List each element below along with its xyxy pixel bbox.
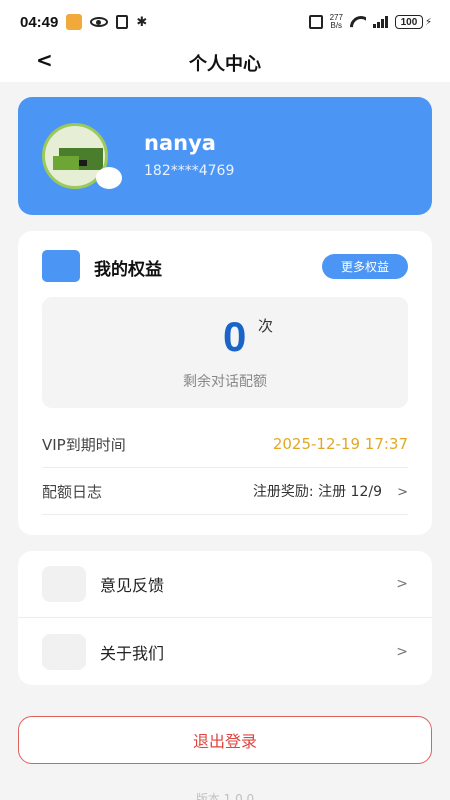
quota-log-label: 配额日志	[42, 482, 103, 501]
avatar-pixel-art-detail	[53, 156, 79, 170]
menu-item-about-label: 关于我们	[100, 643, 165, 663]
profile-name: nanya	[144, 131, 216, 155]
quota-log-right: 注册奖励: 注册 12/9 >	[253, 481, 408, 501]
quota-log-value: 注册奖励: 注册 12/9	[252, 484, 382, 500]
vip-expiry-label: VIP到期时间	[42, 435, 126, 454]
quota-label: 剩余对话配额	[183, 374, 267, 390]
page-title: 个人中心	[189, 54, 261, 75]
charging-icon: ⚡	[424, 16, 432, 28]
rights-title: 我的权益	[94, 260, 162, 280]
quota-unit: 次	[258, 317, 274, 335]
vibrate-icon	[308, 15, 323, 29]
about-icon	[42, 633, 86, 670]
menu-item-feedback-label: 意见反馈	[100, 576, 165, 595]
chevron-right-icon: >	[396, 643, 408, 660]
chevron-right-icon: >	[397, 485, 408, 500]
status-left: 04:49 ✱	[20, 14, 147, 31]
more-rights-button[interactable]: 更多权益	[322, 254, 408, 279]
profile-phone: 182****4769	[144, 163, 235, 179]
vip-expiry-row: VIP到期时间 2025-12-19 17:37	[42, 421, 408, 468]
nfc-icon	[116, 15, 129, 29]
menu-item-feedback[interactable]: 意见反馈 >	[18, 551, 432, 618]
version-text: 版本 1.0.0	[195, 792, 255, 800]
status-right: 277 B/s 100 ⚡	[308, 14, 432, 30]
rights-icon	[42, 250, 80, 282]
profile-card[interactable]: nanya 182****4769	[18, 97, 432, 215]
network-speed-unit: B/s	[330, 21, 343, 30]
eye-icon	[90, 17, 109, 27]
menu-item-about[interactable]: 关于我们 >	[18, 618, 432, 685]
rights-card: 我的权益 更多权益 0 次 剩余对话配额 VIP到期时间 2025-12-19 …	[18, 231, 432, 535]
avatar[interactable]	[42, 123, 124, 189]
logout-button[interactable]: 退出登录	[18, 716, 432, 764]
vip-expiry-value: 2025-12-19 17:37	[272, 435, 408, 453]
status-time: 04:49	[20, 13, 59, 31]
bluetooth-icon: ✱	[136, 14, 148, 30]
avatar-badge	[96, 167, 122, 189]
back-button[interactable]: <	[36, 48, 53, 72]
battery-level: 100	[394, 15, 423, 29]
status-bar: 04:49 ✱ 277 B/s 100 ⚡	[0, 0, 450, 44]
avatar-pixel-art-eye	[79, 160, 87, 166]
chevron-right-icon: >	[396, 576, 408, 592]
nav-bar: < 个人中心	[0, 44, 450, 82]
app-notification-icon	[66, 14, 83, 30]
network-speed: 277 B/s	[330, 14, 343, 30]
quota-log-row[interactable]: 配额日志 注册奖励: 注册 12/9 >	[42, 468, 408, 515]
quota-box: 0 次 剩余对话配额	[42, 297, 408, 408]
feedback-icon	[42, 566, 86, 602]
battery-icon: 100 ⚡	[394, 15, 432, 29]
menu-card: 意见反馈 > 关于我们 >	[18, 551, 432, 685]
wifi-icon	[350, 16, 366, 28]
quota-count: 0	[223, 313, 247, 360]
signal-icon	[372, 16, 388, 28]
